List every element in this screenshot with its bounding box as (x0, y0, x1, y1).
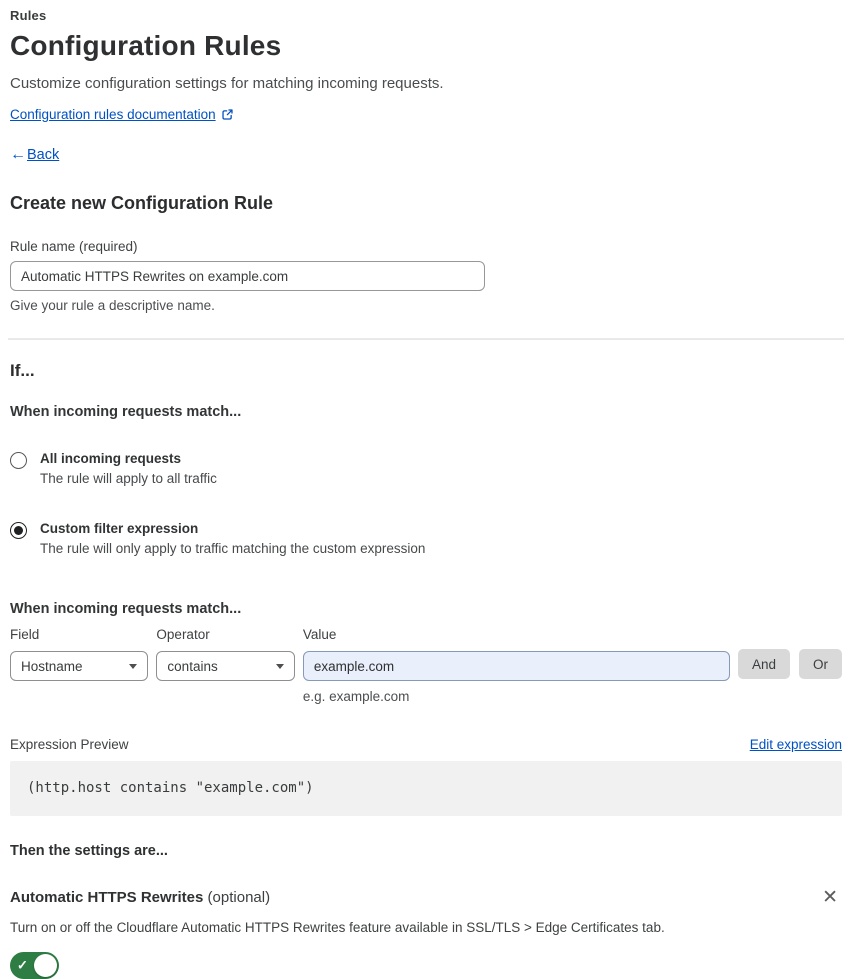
back-arrow-icon: ← (10, 146, 26, 163)
radio-option-label: Custom filter expression (40, 521, 199, 536)
operator-select[interactable]: contains (156, 651, 295, 681)
breadcrumb: Rules (10, 8, 47, 23)
if-heading: If... (10, 361, 35, 380)
section-divider (8, 338, 844, 340)
value-column-label: Value (302, 627, 337, 642)
radio-button[interactable] (10, 522, 27, 539)
radio-option-description: The rule will only apply to traffic matc… (40, 541, 426, 556)
field-select[interactable]: Hostname (10, 651, 149, 681)
operator-select-value: contains (167, 658, 218, 674)
expression-code: (http.host contains "example.com") (27, 780, 314, 796)
rule-name-help: Give your rule a descriptive name. (10, 298, 215, 313)
automatic-https-rewrites-toggle[interactable]: ✓ (10, 952, 59, 979)
back-link[interactable]: Back (27, 147, 59, 163)
radio-option-label: All incoming requests (40, 451, 182, 466)
builder-heading: When incoming requests match... (10, 601, 242, 617)
then-heading: Then the settings are... (10, 843, 168, 859)
expression-preview-label: Expression Preview (10, 737, 129, 752)
chevron-down-icon (129, 663, 138, 669)
match-heading: When incoming requests match... (10, 404, 242, 420)
page-title: Configuration Rules (10, 30, 282, 61)
configuration-rules-page: Rules Configuration Rules Customize conf… (0, 0, 852, 979)
operator-column-label: Operator (156, 627, 210, 642)
create-rule-title: Create new Configuration Rule (10, 193, 274, 213)
value-help: e.g. example.com (302, 689, 410, 704)
setting-optional-tag: (optional) (207, 889, 271, 906)
rule-name-label: Rule name (required) (10, 239, 138, 254)
check-icon: ✓ (17, 957, 28, 973)
radio-option-all-incoming[interactable]: All incoming requests The rule will appl… (10, 451, 842, 486)
value-input[interactable] (302, 651, 730, 681)
radio-option-custom-filter[interactable]: Custom filter expression The rule will o… (10, 521, 842, 556)
or-button[interactable]: Or (799, 649, 842, 679)
page-subtitle: Customize configuration settings for mat… (10, 75, 444, 92)
radio-option-description: The rule will apply to all traffic (40, 471, 217, 486)
chevron-down-icon (275, 663, 284, 669)
external-link-icon (221, 108, 234, 121)
setting-description: Turn on or off the Cloudflare Automatic … (10, 920, 665, 935)
expression-preview-box: (http.host contains "example.com") (10, 761, 842, 816)
and-button[interactable]: And (737, 649, 790, 679)
setting-name: Automatic HTTPS Rewrites (10, 889, 204, 906)
toggle-knob (34, 954, 57, 977)
edit-expression-link[interactable]: Edit expression (750, 737, 842, 752)
radio-button[interactable] (10, 452, 27, 469)
field-select-value: Hostname (21, 658, 83, 674)
field-column-label: Field (10, 627, 40, 642)
setting-title: Automatic HTTPS Rewrites (optional) (10, 889, 270, 906)
rule-name-input[interactable] (10, 261, 485, 291)
documentation-link[interactable]: Configuration rules documentation (10, 107, 216, 122)
